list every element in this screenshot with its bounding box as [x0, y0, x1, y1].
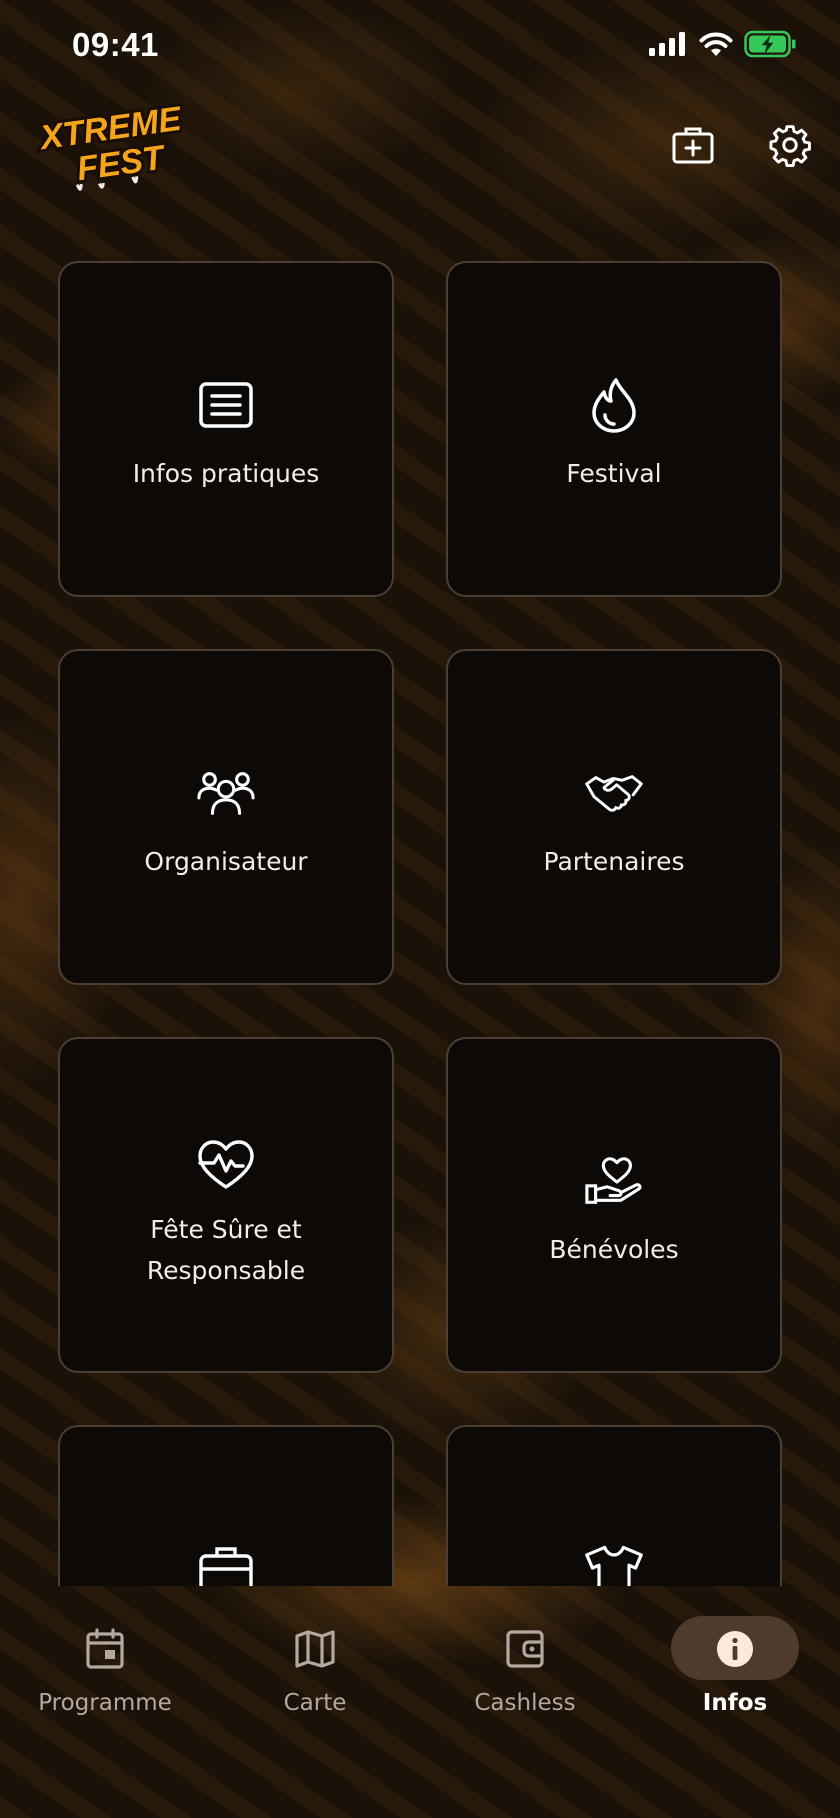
heart-pulse-icon [196, 1135, 256, 1195]
battery-charging-icon [744, 30, 798, 62]
tile-label: Partenaires [543, 847, 685, 876]
gear-icon [768, 123, 812, 171]
tab-infos[interactable]: Infos [630, 1586, 840, 1736]
status-icons [648, 30, 798, 62]
tab-programme[interactable]: Programme [0, 1586, 210, 1736]
wifi-icon [698, 31, 734, 62]
cellular-signal-icon [648, 31, 688, 61]
tile-label-line2: Responsable [146, 1256, 306, 1285]
tab-label: Programme [38, 1690, 172, 1716]
info-icon [712, 1626, 758, 1672]
tab-label: Carte [283, 1690, 347, 1716]
tab-cashless[interactable]: Cashless [420, 1586, 630, 1736]
handshake-icon [584, 763, 644, 823]
tile-label: Fête Sûre et [150, 1215, 302, 1244]
tile-label: Organisateur [144, 847, 308, 876]
settings-button[interactable] [767, 124, 813, 170]
hand-heart-icon [584, 1151, 644, 1211]
tile-label: Bénévoles [549, 1235, 679, 1264]
status-bar: 09:41 [0, 0, 840, 92]
bottom-tab-bar: Programme Carte Cashless Infos [0, 1586, 840, 1818]
wallet-icon [502, 1626, 548, 1672]
first-aid-kit-icon [671, 125, 715, 169]
document-lines-icon [196, 375, 256, 435]
briefcase-icon [196, 1539, 256, 1586]
status-time: 09:41 [72, 26, 159, 63]
first-aid-kit-button[interactable] [670, 124, 716, 170]
tab-label: Infos [702, 1690, 768, 1716]
tile-infos-pratiques[interactable]: Infos pratiques [58, 261, 394, 597]
tile-merchandise[interactable] [446, 1425, 782, 1586]
info-menu-grid: Infos pratiques Festival Organisateur Pa… [58, 261, 782, 1586]
xtreme-fest-logo: XTREME FEST [32, 96, 188, 192]
tab-carte[interactable]: Carte [210, 1586, 420, 1736]
map-icon [292, 1626, 338, 1672]
tile-label: Festival [566, 459, 662, 488]
tile-organisateur[interactable]: Organisateur [58, 649, 394, 985]
flame-icon [584, 375, 644, 435]
tile-partenaires[interactable]: Partenaires [446, 649, 782, 985]
screen: 09:41 XTREME FEST Infos pratiques Festiv… [0, 0, 840, 1818]
tile-label: Infos pratiques [132, 459, 320, 488]
tile-benevoles[interactable]: Bénévoles [446, 1037, 782, 1373]
t-shirt-icon [584, 1539, 644, 1586]
tile-briefcase[interactable] [58, 1425, 394, 1586]
tab-label: Cashless [474, 1690, 576, 1716]
tile-festival[interactable]: Festival [446, 261, 782, 597]
calendar-icon [82, 1626, 128, 1672]
tile-fete-sure-responsable[interactable]: Fête Sûre et Responsable [58, 1037, 394, 1373]
users-group-icon [196, 763, 256, 823]
